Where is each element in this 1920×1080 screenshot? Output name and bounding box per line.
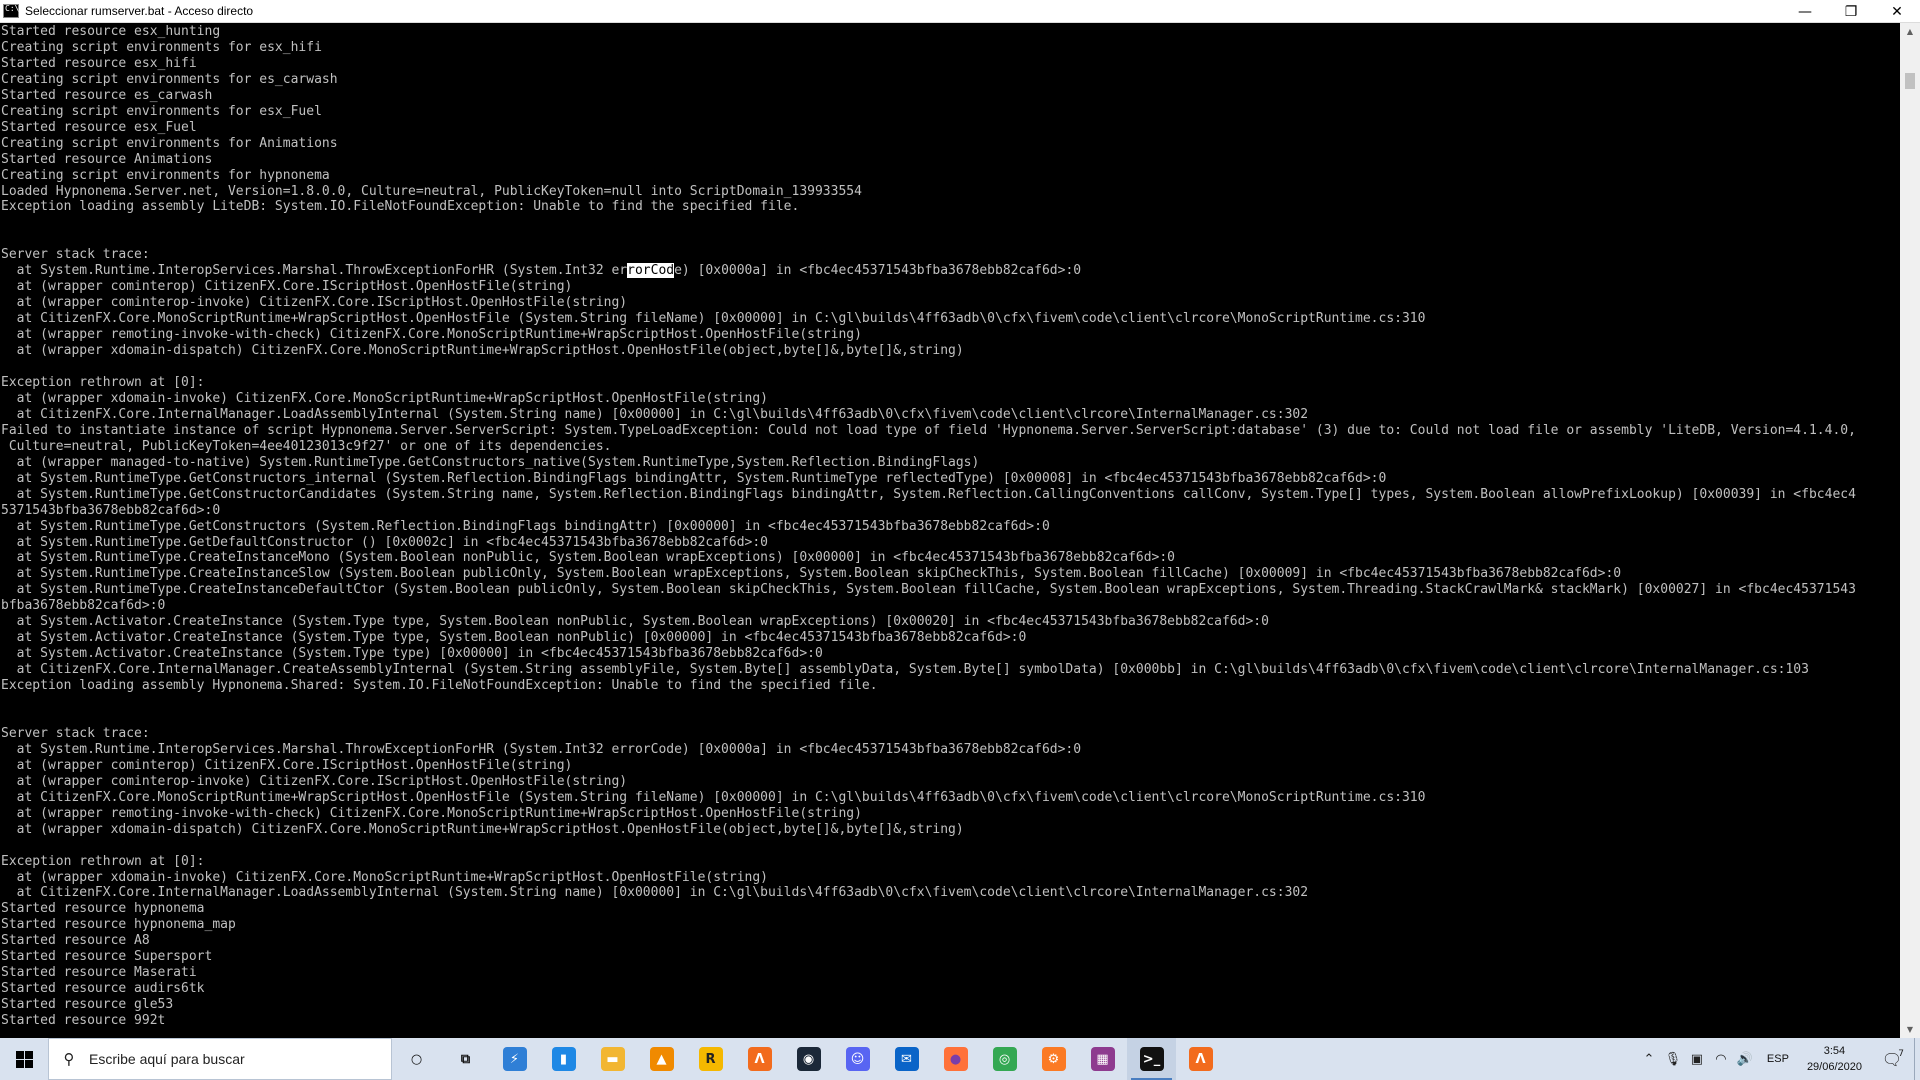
taskbar-app-file-explorer[interactable]: ▬: [588, 1038, 637, 1080]
console-line: at (wrapper cominterop) CitizenFX.Core.I…: [1, 279, 1856, 1029]
taskbar-app-fivem[interactable]: Λ: [1176, 1038, 1225, 1080]
taskbar-app-steam[interactable]: ◉: [784, 1038, 833, 1080]
taskbar-app-xampp-like[interactable]: Λ: [735, 1038, 784, 1080]
xampp-icon: ⚙: [1041, 1047, 1066, 1071]
taskbar-search-box[interactable]: ⚲ Escribe aquí para buscar: [48, 1038, 392, 1080]
notification-count: 7: [1898, 1048, 1904, 1059]
action-center-button[interactable]: 🗨 7: [1870, 1048, 1914, 1069]
taskbar-app-firefox[interactable]: ●: [931, 1038, 980, 1080]
show-desktop-button[interactable]: [1914, 1038, 1920, 1080]
volume-icon[interactable]: 🔊: [1733, 1038, 1757, 1080]
search-placeholder: Escribe aquí para buscar: [89, 1051, 245, 1067]
close-button[interactable]: ✕: [1874, 0, 1920, 23]
file-app-icon: ▮: [551, 1047, 576, 1071]
windows-logo-icon: [15, 1050, 33, 1068]
taskbar-app-chrome[interactable]: ◎: [980, 1038, 1029, 1080]
tray-icons: ⌃ 🎙 ▣ ◠ 🔊: [1637, 1038, 1757, 1080]
file-explorer-icon: ▬: [600, 1047, 625, 1071]
winrar-icon: ▦: [1090, 1047, 1115, 1071]
taskbar-app-thunderbolt-app[interactable]: ⚡: [490, 1038, 539, 1080]
minimize-button[interactable]: —: [1782, 0, 1828, 23]
scroll-down-arrow-icon[interactable]: ▼: [1900, 1021, 1920, 1038]
taskbar-app-xampp[interactable]: ⚙: [1029, 1038, 1078, 1080]
taskbar-apps: ○ ⧉ ⚡ ▮ ▬ ▲ R Λ ◉ ☺ ✉ ● ◎ ⚙ ▦ >_ Λ: [392, 1038, 1225, 1080]
console-output[interactable]: Started resource esx_hunting Creating sc…: [0, 23, 1900, 1038]
xampp-like-icon: Λ: [747, 1047, 772, 1071]
vlc-icon: ▲: [649, 1047, 674, 1071]
taskbar-app-file-app[interactable]: ▮: [539, 1038, 588, 1080]
taskbar-app-discord[interactable]: ☺: [833, 1038, 882, 1080]
scroll-thumb[interactable]: [1905, 73, 1915, 89]
console-text[interactable]: Started resource esx_hunting Creating sc…: [0, 23, 1900, 1029]
taskbar-app-mail[interactable]: ✉: [882, 1038, 931, 1080]
taskbar-app-rockstar[interactable]: R: [686, 1038, 735, 1080]
cortana-icon: ○: [410, 1051, 423, 1067]
wifi-icon[interactable]: ◠: [1709, 1038, 1733, 1080]
taskbar-app-command-prompt[interactable]: >_: [1127, 1038, 1176, 1080]
language-indicator[interactable]: ESP: [1757, 1053, 1799, 1065]
steam-icon: ◉: [796, 1047, 821, 1071]
taskbar: ⚲ Escribe aquí para buscar ○ ⧉ ⚡ ▮ ▬ ▲ R Λ ◉ ☺ ✉ ● ◎…: [0, 1038, 1920, 1080]
microphone-icon[interactable]: 🎙: [1661, 1038, 1685, 1080]
mail-icon: ✉: [894, 1047, 919, 1071]
device-icon[interactable]: ▣: [1685, 1038, 1709, 1080]
cmd-window-icon[interactable]: [3, 4, 19, 18]
window-title-bar[interactable]: Seleccionar rumserver.bat - Acceso direc…: [0, 0, 1920, 23]
chrome-icon: ◎: [992, 1047, 1017, 1071]
search-icon: ⚲: [63, 1050, 75, 1068]
clock-time: 3:54: [1823, 1045, 1846, 1057]
firefox-icon: ●: [943, 1047, 968, 1071]
maximize-button[interactable]: ❐: [1828, 0, 1874, 23]
console-selection: rorCod: [627, 263, 675, 279]
taskbar-app-vlc[interactable]: ▲: [637, 1038, 686, 1080]
command-prompt-icon: >_: [1139, 1047, 1164, 1071]
taskbar-app-winrar[interactable]: ▦: [1078, 1038, 1127, 1080]
start-button[interactable]: [0, 1038, 48, 1080]
clock-date: 29/06/2020: [1806, 1061, 1862, 1073]
fivem-icon: Λ: [1188, 1047, 1213, 1071]
discord-icon: ☺: [845, 1047, 870, 1071]
task-view-icon: ⧉: [460, 1051, 471, 1067]
console-line: e) [0x0000a] in <fbc4ec45371543bfba3678e…: [674, 263, 1082, 279]
console-line: Started resource esx_hunting Creating sc…: [1, 24, 862, 263]
window-title: Seleccionar rumserver.bat - Acceso direc…: [25, 4, 254, 18]
system-tray: ⌃ 🎙 ▣ ◠ 🔊 ESP 3:54 29/06/2020 🗨 7: [1637, 1038, 1920, 1080]
scroll-up-arrow-icon[interactable]: ▲: [1900, 23, 1920, 40]
window-controls: — ❐ ✕: [1782, 0, 1920, 23]
rockstar-icon: R: [698, 1047, 723, 1071]
chevron-up-icon[interactable]: ⌃: [1637, 1038, 1661, 1080]
taskbar-app-task-view[interactable]: ⧉: [441, 1038, 490, 1080]
taskbar-app-cortana[interactable]: ○: [392, 1038, 441, 1080]
thunderbolt-app-icon: ⚡: [502, 1047, 527, 1071]
vertical-scrollbar[interactable]: ▲ ▼: [1900, 23, 1920, 1038]
console-line: at System.Runtime.InteropServices.Marsha…: [1, 263, 628, 279]
clock[interactable]: 3:54 29/06/2020: [1799, 1043, 1870, 1075]
